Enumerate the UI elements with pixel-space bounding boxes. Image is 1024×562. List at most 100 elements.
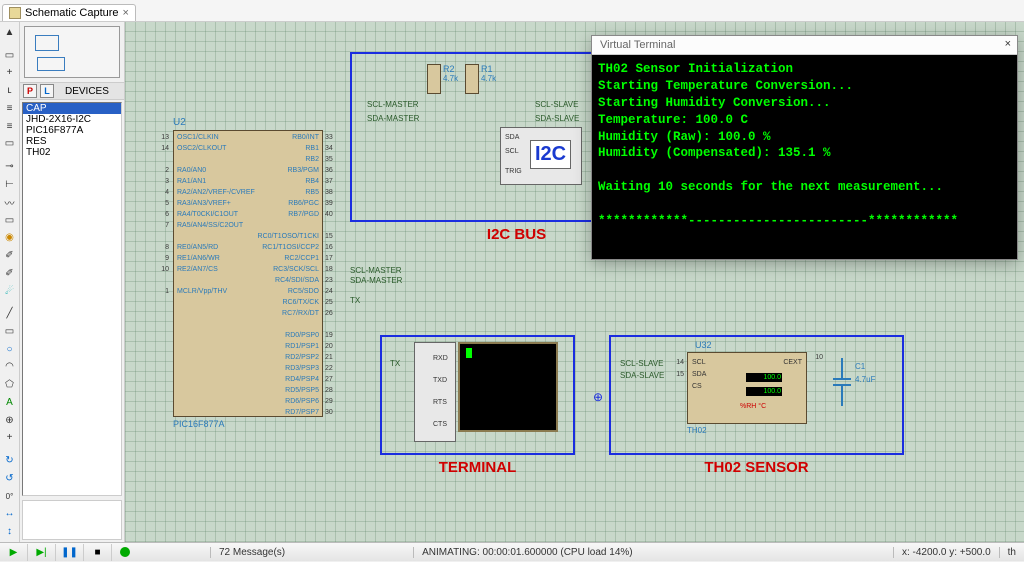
bus-scl-slave: SCL-SLAVE xyxy=(535,100,578,109)
pin-name: RD3/PSP3 xyxy=(255,365,319,372)
pin-name: RC6/TX/CK xyxy=(255,299,319,306)
tool-mirror-h[interactable]: ↔ xyxy=(1,506,18,523)
pin-name: RC3/SCK/SCL xyxy=(255,266,319,273)
pin-num: 2 xyxy=(155,167,169,174)
pin-num: 15 xyxy=(325,233,339,240)
pin-name: RA5/AN4/SS/C2OUT xyxy=(177,222,243,229)
tab-close-icon[interactable]: × xyxy=(123,7,129,19)
tool-rotate-cw[interactable]: ↻ xyxy=(1,452,18,469)
tool-textobj[interactable]: A xyxy=(1,394,18,411)
pin-num: 27 xyxy=(325,376,339,383)
tool-text[interactable]: ≡ xyxy=(1,100,18,117)
tool-pointer[interactable]: ▲ xyxy=(1,24,18,41)
pin-num: 39 xyxy=(325,200,339,207)
pin-name: RB1 xyxy=(255,145,319,152)
chip-ref: U2 xyxy=(173,117,186,128)
cap-plate1 xyxy=(833,378,851,380)
virtual-terminal-close-icon[interactable]: × xyxy=(1005,38,1011,50)
pin-num: 37 xyxy=(325,178,339,185)
device-item-res[interactable]: RES xyxy=(23,136,121,147)
tool-mirror-v[interactable]: ↕ xyxy=(1,523,18,540)
status-unit: th xyxy=(999,547,1024,558)
play-button[interactable]: ▶ xyxy=(0,544,28,561)
tool-junction[interactable]: + xyxy=(1,64,18,81)
cap-top-lead xyxy=(841,358,843,378)
tool-component[interactable]: ▭ xyxy=(1,47,18,64)
pin-num: 4 xyxy=(155,189,169,196)
pause-button[interactable]: ❚❚ xyxy=(56,544,84,561)
resistor-r2[interactable] xyxy=(427,64,441,94)
tool-terminal[interactable]: ⊸ xyxy=(1,158,18,175)
virtual-terminal-window[interactable]: Virtual Terminal × TH02 Sensor Initializ… xyxy=(591,35,1018,260)
library-button[interactable]: L xyxy=(40,84,54,98)
cap-bot-lead xyxy=(841,386,843,406)
tool-bus[interactable]: ≡ xyxy=(1,118,18,135)
tool-origin[interactable]: ⊕ xyxy=(1,412,18,429)
th02-sda-slave: SDA-SLAVE xyxy=(620,371,664,380)
label-scl-master: SCL-MASTER xyxy=(350,266,402,275)
preview-thumbnail[interactable] xyxy=(24,26,120,78)
pin-name: RD6/PSP6 xyxy=(255,398,319,405)
pin-num: 28 xyxy=(325,387,339,394)
tool-subcircuit[interactable]: ▭ xyxy=(1,135,18,152)
i2c-logo: I2C xyxy=(530,140,571,169)
th02-ref: U32 xyxy=(695,340,712,350)
th02-temp-readout: 100.0 xyxy=(746,373,782,382)
status-messages[interactable]: 72 Message(s) xyxy=(210,547,293,558)
pin-name: RE2/AN7/CS xyxy=(177,266,218,273)
pin-name: RA1/AN1 xyxy=(177,178,206,185)
terminal-cursor xyxy=(466,348,472,358)
label-tx: TX xyxy=(350,296,360,305)
tool-polygon[interactable]: ⬠ xyxy=(1,376,18,393)
pin-name: RB6/PGC xyxy=(255,200,319,207)
bus-sda-slave: SDA-SLAVE xyxy=(535,114,579,123)
device-list[interactable]: CAP JHD-2X16-I2C PIC16F877A RES TH02 xyxy=(22,102,122,496)
device-item-cap[interactable]: CAP xyxy=(23,103,121,114)
virtual-terminal-titlebar[interactable]: Virtual Terminal × xyxy=(592,36,1017,55)
tool-probe-v[interactable]: ✐ xyxy=(1,247,18,264)
r1-ref: R1 xyxy=(481,64,493,74)
step-button[interactable]: ▶| xyxy=(28,544,56,561)
device-item-pic[interactable]: PIC16F877A xyxy=(23,125,121,136)
tool-tape[interactable]: ▭ xyxy=(1,212,18,229)
crosshair-icon: ⊕ xyxy=(593,390,603,404)
tool-pin[interactable]: ⊢ xyxy=(1,176,18,193)
tab-schematic[interactable]: Schematic Capture × xyxy=(2,4,136,21)
tool-generator[interactable]: ◉ xyxy=(1,229,18,246)
terminal-port-block[interactable]: RXD TXD RTS CTS xyxy=(414,342,456,442)
tool-plus[interactable]: + xyxy=(1,430,18,447)
terminal-screen[interactable] xyxy=(458,342,558,432)
pick-device-button[interactable]: P xyxy=(23,84,37,98)
chip-part: PIC16F877A xyxy=(173,419,225,429)
rotation-value: 0° xyxy=(1,488,18,505)
device-item-th02[interactable]: TH02 xyxy=(23,147,121,158)
tool-arc[interactable]: ◠ xyxy=(1,359,18,376)
pin-name: OSC1/CLKIN xyxy=(177,134,219,141)
pin-name: RA4/T0CKI/C1OUT xyxy=(177,211,238,218)
resistor-r1[interactable] xyxy=(465,64,479,94)
tool-rotate-ccw[interactable]: ↺ xyxy=(1,470,18,487)
pin-num: 23 xyxy=(325,277,339,284)
pin-name: RD5/PSP5 xyxy=(255,387,319,394)
th02-scl-slave: SCL-SLAVE xyxy=(620,359,663,368)
tool-rect[interactable]: ▭ xyxy=(1,323,18,340)
th02-pin10: 10 xyxy=(811,354,823,361)
pin-num: 17 xyxy=(325,255,339,262)
pin-name: RB4 xyxy=(255,178,319,185)
pin-num: 3 xyxy=(155,178,169,185)
tool-instrument[interactable]: ☄ xyxy=(1,283,18,300)
device-item-jhd[interactable]: JHD-2X16-I2C xyxy=(23,114,121,125)
tool-probe-i[interactable]: ✐ xyxy=(1,265,18,282)
pin-num: 1 xyxy=(155,288,169,295)
th02-chip[interactable]: SCL SDA CS CEXT 100.0 100.0 %RH °C xyxy=(687,352,807,424)
pin-num: 21 xyxy=(325,354,339,361)
tool-line[interactable]: ╱ xyxy=(1,305,18,322)
pin-name: RA2/AN2/VREF-/CVREF xyxy=(177,189,255,196)
device-header-label: DEVICES xyxy=(65,86,109,97)
tool-graph[interactable]: 〰 xyxy=(1,194,18,211)
tool-label[interactable]: ʟ xyxy=(1,82,18,99)
pin-num: 30 xyxy=(325,409,339,416)
stop-button[interactable]: ■ xyxy=(84,544,112,561)
schematic-canvas[interactable]: U2 PIC16F877A 13OSC1/CLKIN14OSC2/CLKOUT2… xyxy=(125,22,1024,542)
tool-circle[interactable]: ○ xyxy=(1,341,18,358)
